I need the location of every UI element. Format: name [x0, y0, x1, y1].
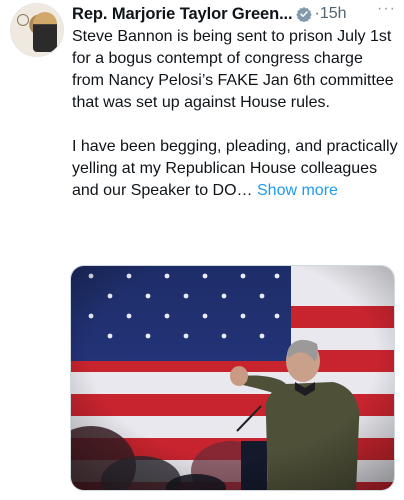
- tweet-card[interactable]: Rep. Marjorie Taylor Green... ·15h ··· S…: [0, 0, 404, 500]
- author-name[interactable]: Rep. Marjorie Taylor Green...: [72, 5, 293, 24]
- speaker-with-flag-photo: [71, 266, 394, 490]
- tweet-paragraph-2-text: I have been begging, pleading, and pract…: [72, 138, 398, 199]
- timestamp-value[interactable]: 15h: [320, 5, 347, 22]
- avatar[interactable]: [10, 3, 64, 57]
- tweet-media-image[interactable]: [70, 265, 395, 491]
- timestamp[interactable]: ·15h: [315, 5, 347, 23]
- congress-seal-icon: [17, 14, 29, 26]
- verified-badge-icon[interactable]: [295, 6, 312, 22]
- tweet-paragraph-1: Steve Bannon is being sent to prison Jul…: [72, 28, 394, 111]
- tweet-paragraph-2: I have been begging, pleading, and pract…: [72, 136, 398, 202]
- avatar-portrait: [33, 12, 57, 52]
- show-more-link[interactable]: Show more: [257, 182, 338, 199]
- more-options-icon[interactable]: ···: [377, 0, 396, 18]
- tweet-text: Steve Bannon is being sent to prison Jul…: [72, 26, 398, 202]
- tweet-header: Rep. Marjorie Taylor Green... ·15h: [72, 3, 394, 25]
